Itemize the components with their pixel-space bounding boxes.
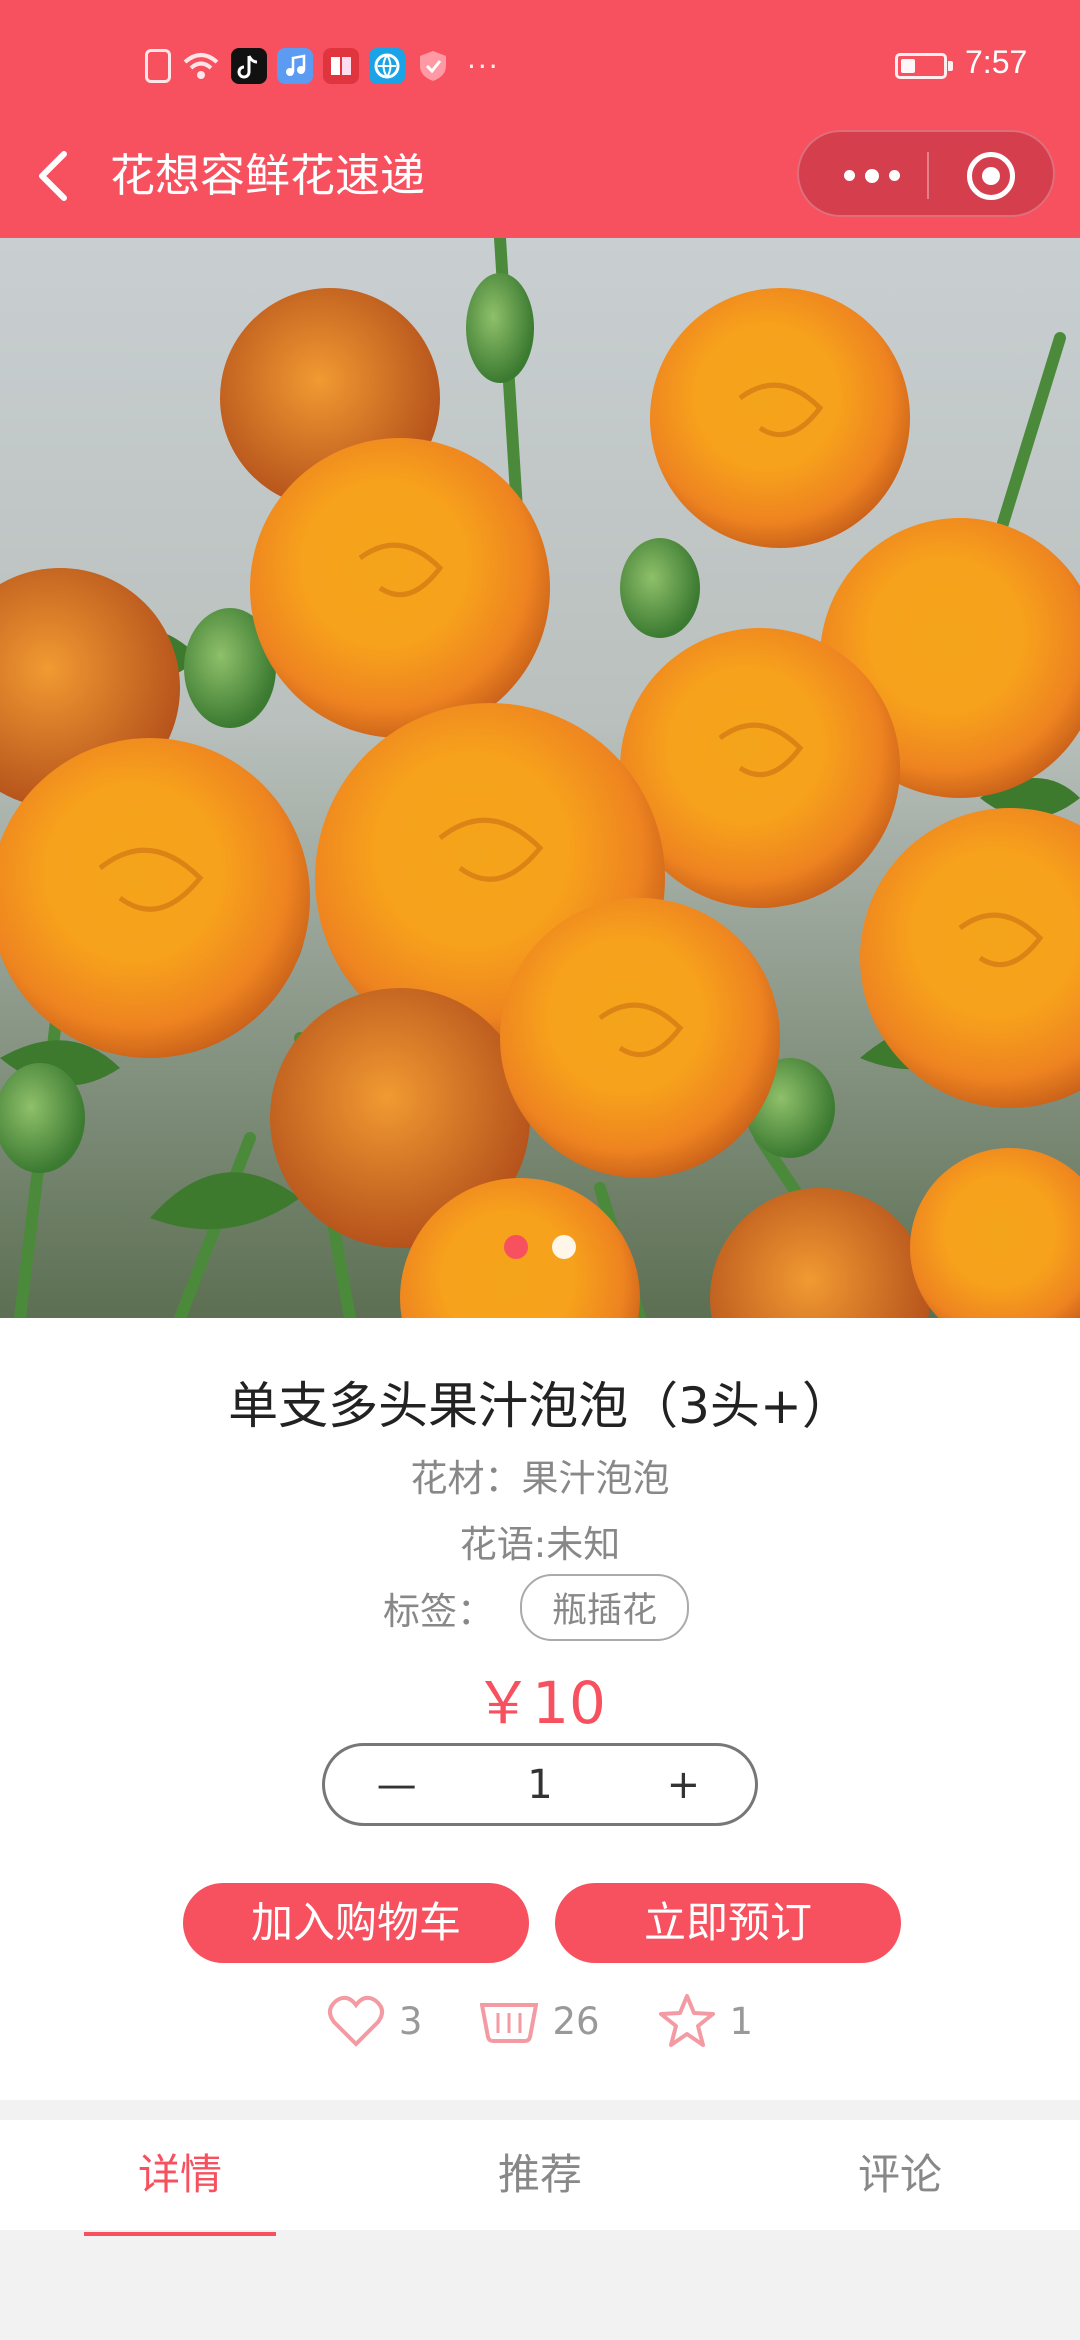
battery-icon xyxy=(895,53,953,79)
shield-app-icon xyxy=(420,51,446,81)
mini-program-capsule xyxy=(797,130,1055,217)
browser-app-icon xyxy=(369,48,405,84)
sim-icon xyxy=(145,49,171,83)
basket-icon xyxy=(480,2003,539,2043)
tab-recommend[interactable]: 推荐 xyxy=(360,2120,720,2230)
top-bar: ··· 7:57 花想容鲜花速递 xyxy=(0,0,1080,238)
ellipsis-icon xyxy=(844,170,855,181)
product-stats: 3 26 1 xyxy=(0,1993,1080,2049)
page-title: 花想容鲜花速递 xyxy=(110,149,426,202)
book-now-button[interactable]: 立即预订 xyxy=(555,1883,901,1963)
favorite-count: 1 xyxy=(729,1999,754,2043)
product-material: 花材：果汁泡泡 xyxy=(410,1457,670,1500)
quantity-value[interactable]: 1 xyxy=(468,1762,611,1808)
more-button[interactable] xyxy=(817,132,927,219)
decrease-button[interactable]: — xyxy=(325,1762,468,1808)
heart-icon xyxy=(327,1995,384,2047)
status-bar: ··· 7:57 xyxy=(0,0,1080,130)
product-image-carousel[interactable] xyxy=(0,238,1080,1318)
sold-count: 26 xyxy=(552,1999,600,2043)
back-button[interactable] xyxy=(30,144,74,208)
increase-button[interactable]: + xyxy=(612,1762,755,1808)
tiktok-app-icon xyxy=(231,48,267,84)
tab-details[interactable]: 详情 xyxy=(0,2120,360,2236)
sold-stat: 26 xyxy=(480,1993,600,2049)
favorite-stat[interactable]: 1 xyxy=(658,1993,754,2049)
carousel-dot[interactable] xyxy=(552,1235,576,1259)
like-count: 3 xyxy=(398,1999,423,2043)
flower-language: 花语:未知 xyxy=(459,1523,621,1566)
detail-tabs: 详情 推荐 评论 xyxy=(0,2120,1080,2236)
reader-app-icon xyxy=(323,48,359,84)
status-time: 7:57 xyxy=(965,44,1028,80)
carousel-dot[interactable] xyxy=(504,1235,528,1259)
roses-image xyxy=(0,238,1080,1318)
product-info: 单支多头果汁泡泡（3头+） 花材：果汁泡泡 花语:未知 标签： 瓶插花 ￥10 … xyxy=(0,1318,1080,2100)
nav-bar: 花想容鲜花速递 xyxy=(0,130,1080,238)
carousel-indicators xyxy=(0,1235,1080,1265)
status-icons: ··· xyxy=(145,48,500,84)
add-to-cart-button[interactable]: 加入购物车 xyxy=(183,1883,529,1963)
product-title: 单支多头果汁泡泡（3头+） xyxy=(228,1377,852,1435)
close-button[interactable] xyxy=(967,152,1015,200)
product-tags: 标签： 瓶插花 xyxy=(0,1574,1080,1641)
tags-label: 标签： xyxy=(382,1589,494,1633)
tag-chip[interactable]: 瓶插花 xyxy=(519,1574,689,1641)
wifi-icon xyxy=(183,53,219,79)
tab-comments[interactable]: 评论 xyxy=(720,2120,1080,2230)
product-price: ￥10 xyxy=(474,1669,606,1737)
music-app-icon xyxy=(277,48,313,84)
star-icon xyxy=(658,1994,715,2047)
more-notifications-icon: ··· xyxy=(467,49,500,83)
quantity-stepper: — 1 + xyxy=(322,1743,758,1826)
like-stat[interactable]: 3 xyxy=(327,1993,423,2049)
